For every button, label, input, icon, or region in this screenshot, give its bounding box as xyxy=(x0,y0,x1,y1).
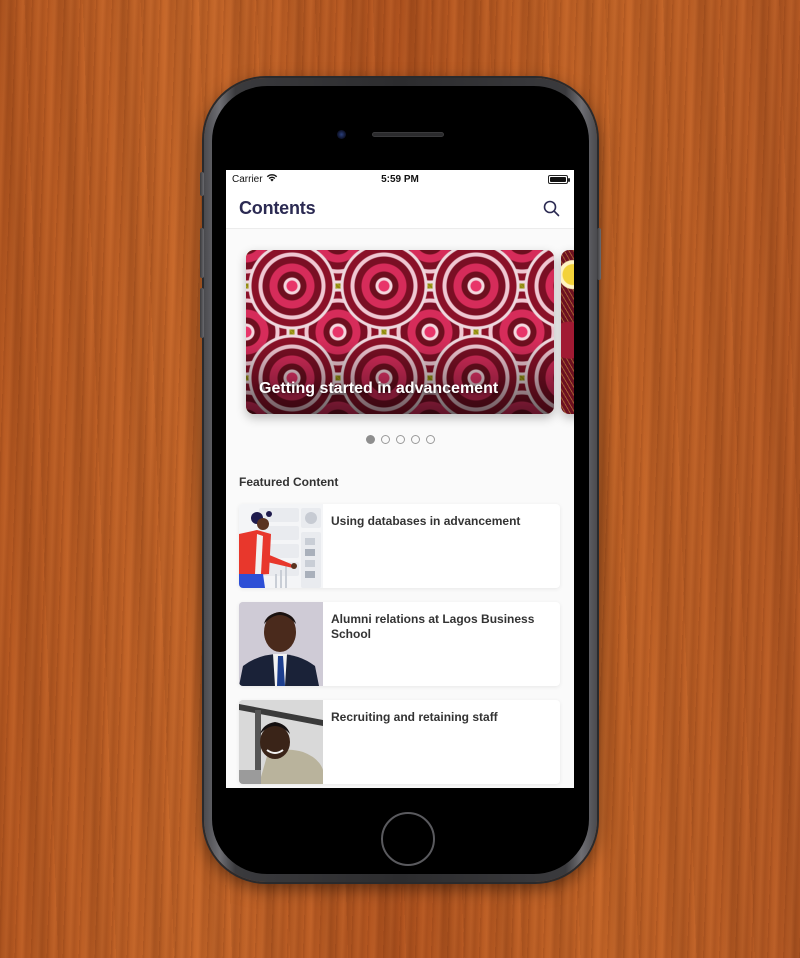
battery-icon xyxy=(548,174,570,184)
search-icon xyxy=(543,200,559,216)
earpiece-speaker xyxy=(372,132,444,137)
list-item[interactable]: Alumni relations at Lagos Business Schoo… xyxy=(239,602,560,686)
navigation-bar: Contents xyxy=(226,188,574,229)
list-item-title: Using databases in advancement xyxy=(331,514,521,528)
list-item[interactable]: Recruiting and retaining staff xyxy=(239,700,560,784)
thumbnail-illustration xyxy=(239,504,323,588)
list-item[interactable]: Using databases in advancement xyxy=(239,504,560,588)
card-image-next xyxy=(561,250,574,414)
search-button[interactable] xyxy=(541,198,561,218)
page-dot-1[interactable] xyxy=(365,435,375,444)
status-bar: Carrier 5:59 PM xyxy=(226,170,574,188)
page-dot-5[interactable] xyxy=(425,435,435,444)
silent-switch xyxy=(200,172,204,196)
featured-carousel[interactable]: Getting started in advancement xyxy=(226,229,574,439)
page-indicator[interactable] xyxy=(226,435,574,444)
front-camera xyxy=(337,130,346,139)
home-button[interactable] xyxy=(381,812,435,866)
featured-list: Using databases in advancement Alumni re… xyxy=(239,504,560,788)
carousel-card-next[interactable] xyxy=(561,250,574,414)
app-screen: Carrier 5:59 PM Contents Getting started… xyxy=(226,170,574,788)
thumbnail-photo xyxy=(239,700,323,784)
volume-down-button xyxy=(200,288,204,338)
power-button xyxy=(597,228,601,280)
status-time: 5:59 PM xyxy=(381,173,419,185)
carousel-card[interactable]: Getting started in advancement xyxy=(246,250,554,414)
battery-level xyxy=(550,176,566,182)
carousel-card-title: Getting started in advancement xyxy=(259,380,499,397)
page-dot-2[interactable] xyxy=(380,435,390,444)
section-heading: Featured Content xyxy=(239,475,339,489)
list-item-title: Alumni relations at Lagos Business Schoo… xyxy=(331,612,535,641)
page-dot-3[interactable] xyxy=(395,435,405,444)
page-title: Contents xyxy=(239,197,316,218)
page-dot-4[interactable] xyxy=(410,435,420,444)
volume-up-button xyxy=(200,228,204,278)
thumbnail-portrait xyxy=(239,602,323,686)
list-item-title: Recruiting and retaining staff xyxy=(331,710,498,724)
